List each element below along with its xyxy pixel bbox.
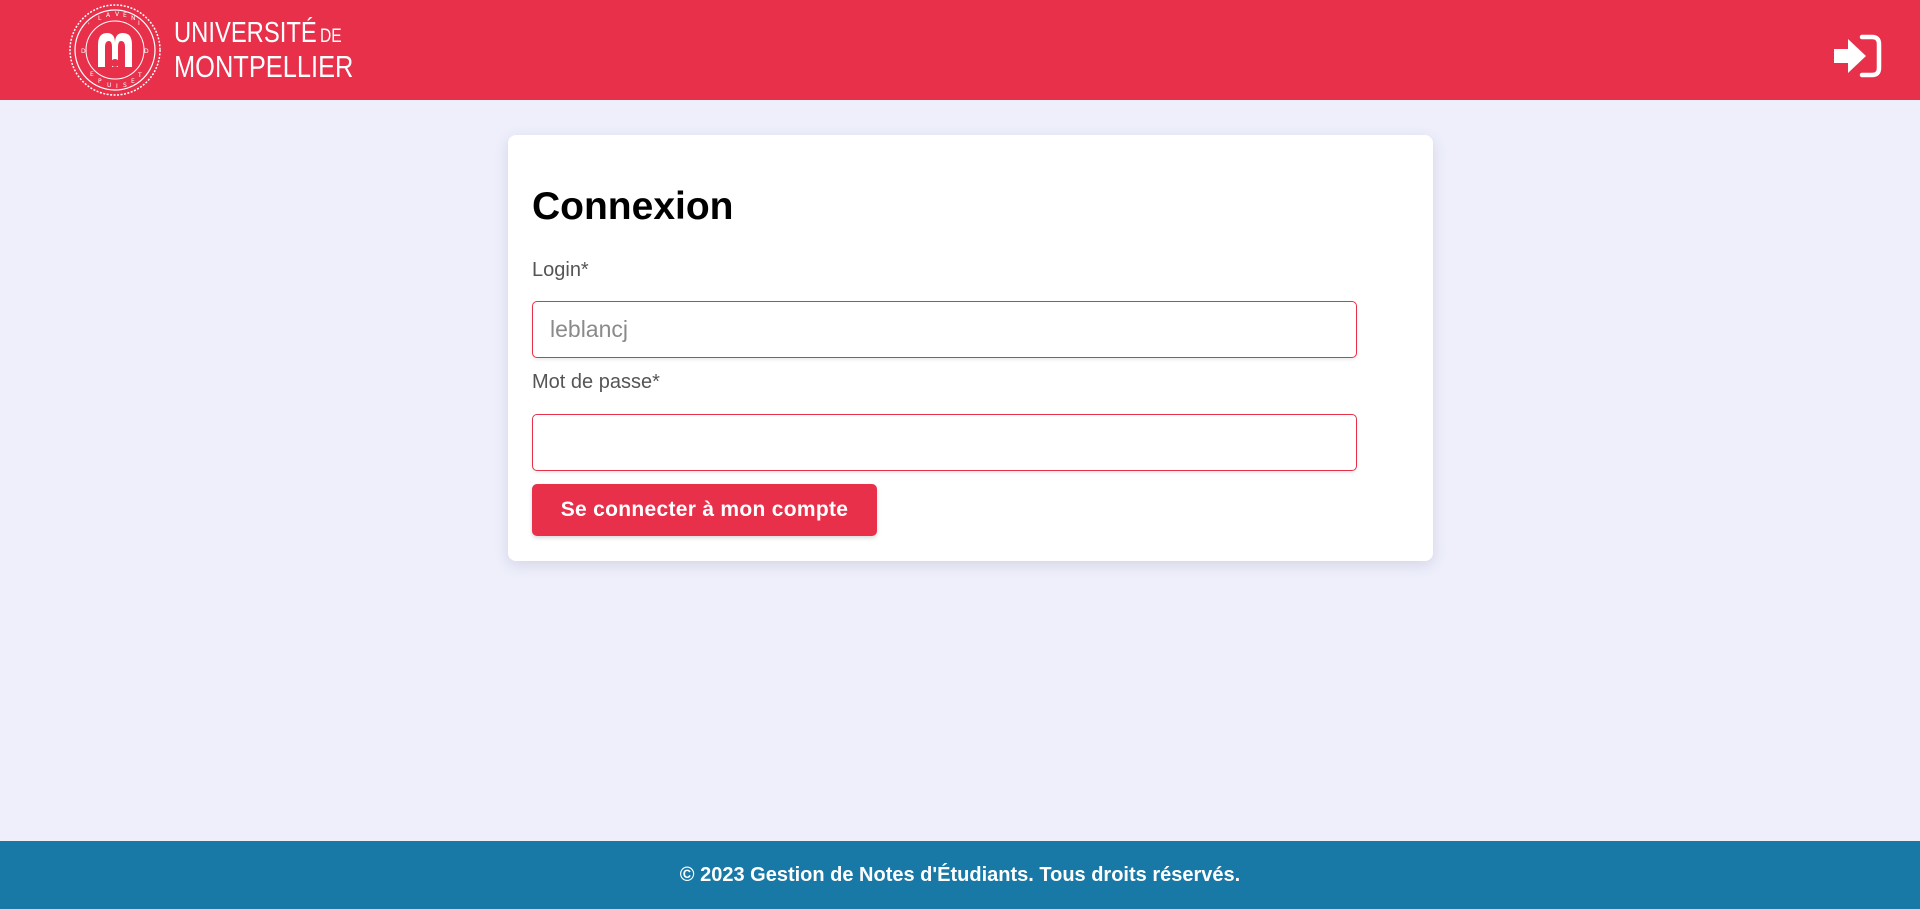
page-title: Connexion bbox=[532, 185, 734, 228]
svg-text:U: U bbox=[107, 82, 111, 89]
password-input[interactable] bbox=[532, 414, 1357, 471]
logo-text: UNIVERSITÉ DE MONTPELLIER bbox=[174, 16, 393, 84]
footer-copyright: © 2023 Gestion de Notes d'Étudiants. Tou… bbox=[679, 863, 1241, 886]
logo-line-montpellier: MONTPELLIER bbox=[174, 48, 354, 84]
login-card: Connexion Login* Mot de passe* Se connec… bbox=[508, 135, 1433, 561]
top-header: L A V E N I ' D D E P U I S E T UNIVERSI… bbox=[0, 0, 1920, 100]
svg-text:I: I bbox=[138, 20, 140, 27]
svg-text:N: N bbox=[131, 15, 136, 22]
svg-text:V: V bbox=[115, 11, 120, 18]
svg-text:D: D bbox=[81, 48, 86, 55]
svg-text:P: P bbox=[98, 78, 102, 85]
page-footer: © 2023 Gestion de Notes d'Étudiants. Tou… bbox=[0, 841, 1920, 909]
login-submit-button[interactable]: Se connecter à mon compte bbox=[532, 484, 877, 536]
svg-text:E: E bbox=[90, 71, 94, 78]
svg-text:L: L bbox=[98, 15, 102, 22]
svg-text:E: E bbox=[123, 12, 127, 19]
svg-text:E: E bbox=[131, 78, 135, 85]
password-label: Mot de passe* bbox=[532, 371, 660, 393]
svg-text:A: A bbox=[106, 12, 111, 19]
svg-text:T: T bbox=[137, 72, 142, 79]
sign-in-icon[interactable] bbox=[1832, 34, 1882, 78]
logo-line-university: UNIVERSITÉ DE bbox=[174, 16, 342, 49]
university-seal-icon: L A V E N I ' D D E P U I S E T bbox=[69, 4, 161, 96]
svg-text:D: D bbox=[144, 48, 149, 55]
svg-text:S: S bbox=[123, 82, 127, 89]
university-logo[interactable]: L A V E N I ' D D E P U I S E T UNIVERSI… bbox=[68, 3, 393, 97]
login-label: Login* bbox=[532, 259, 589, 281]
login-input[interactable] bbox=[532, 301, 1357, 358]
svg-text:': ' bbox=[88, 22, 90, 29]
svg-text:I: I bbox=[116, 83, 118, 90]
